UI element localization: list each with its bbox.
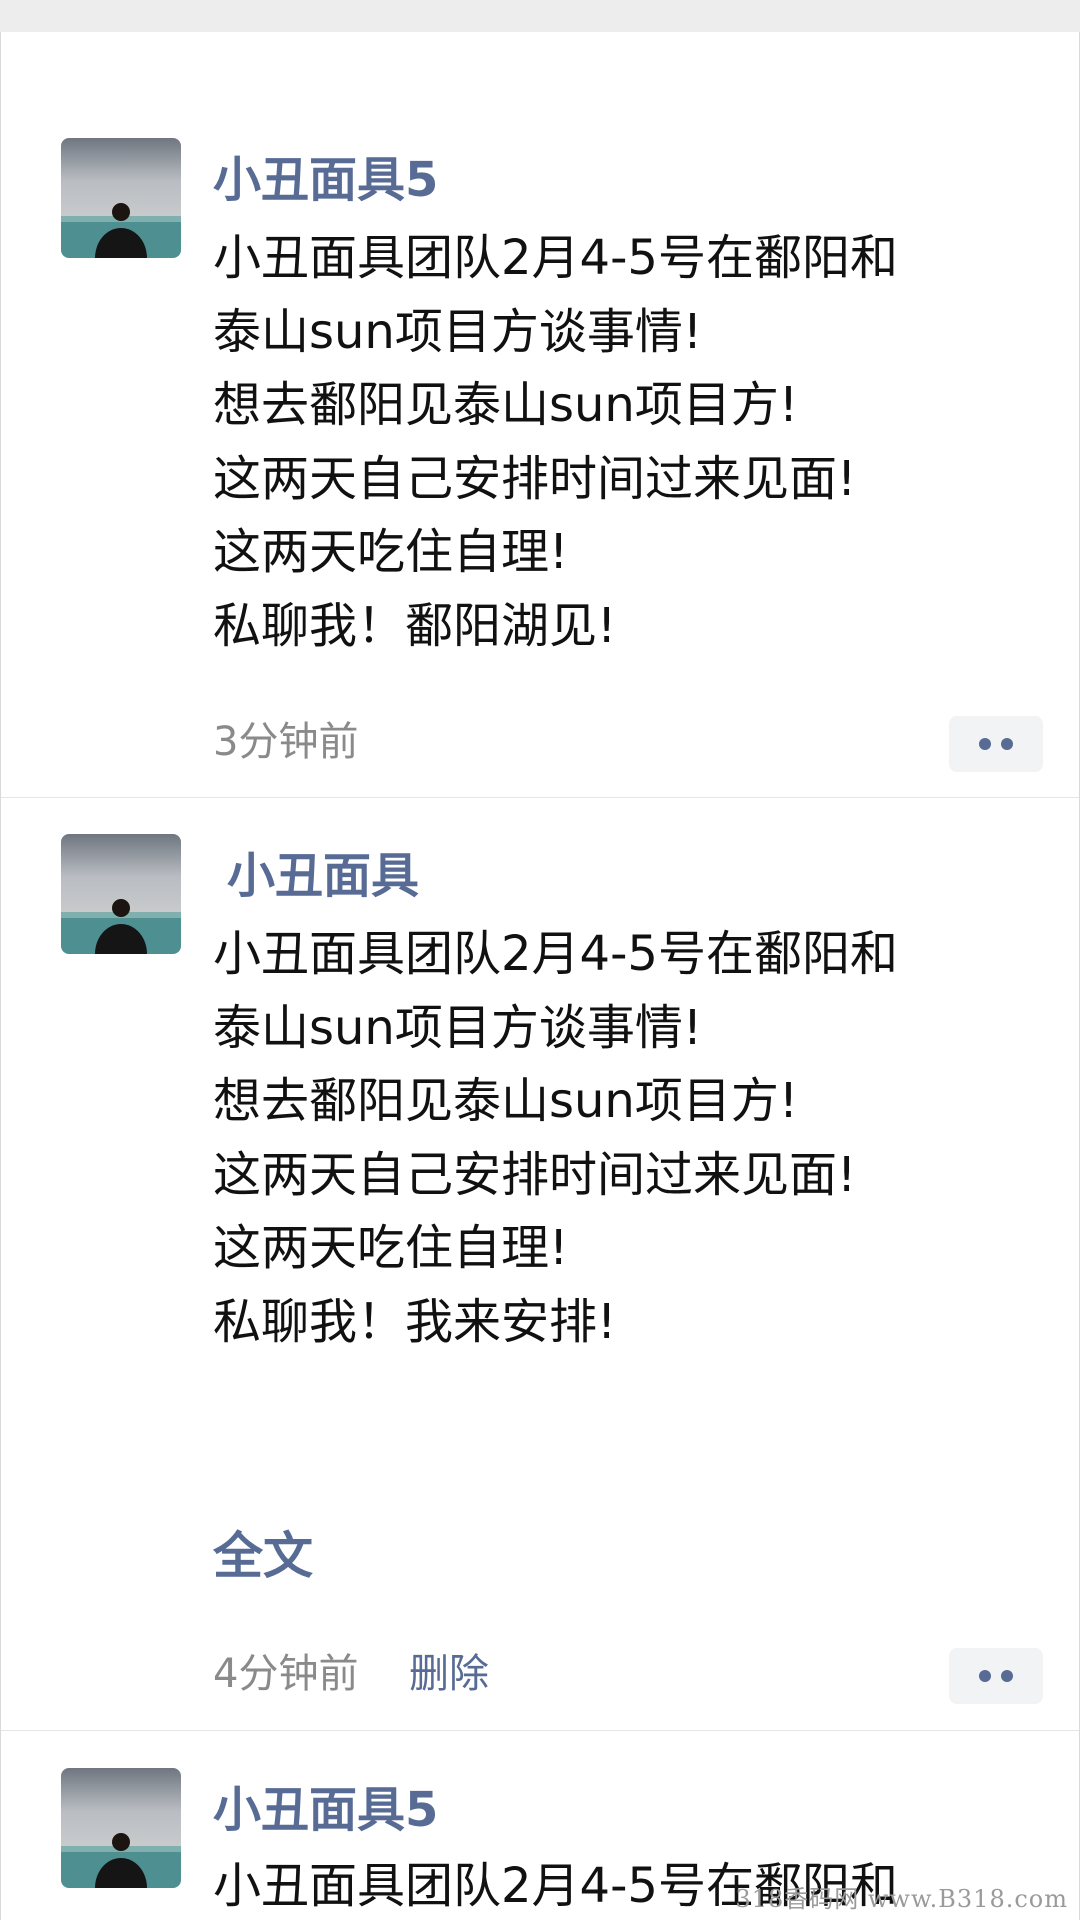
post-time: 3分钟前: [213, 719, 359, 765]
content-line: 这两天吃住自理!: [213, 524, 569, 580]
content-line: 这两天自己安排时间过来见面!: [213, 1146, 857, 1203]
top-bar: [0, 0, 1080, 32]
avatar[interactable]: [61, 1768, 181, 1888]
more-dots-icon: [979, 1670, 991, 1682]
content-line: 泰山sun项目方谈事情!: [213, 303, 703, 360]
content-line: 想去鄱阳见泰山sun项目方!: [213, 377, 799, 433]
divider: [1, 1730, 1079, 1731]
post-time: 4分钟前: [213, 1651, 359, 1697]
post-content: 小丑面具团队2月4-5号在鄱阳和 泰山sun项目方谈事情! 想去鄱阳见泰山sun…: [213, 918, 1043, 1359]
moments-feed: 小丑面具5 小丑面具团队2月4-5号在鄱阳和 泰山sun项目方谈事情! 想去鄱阳…: [0, 32, 1080, 1920]
post-username[interactable]: 小丑面具5: [213, 1780, 438, 1840]
post-content: 小丑面具团队2月4-5号在鄱阳和 泰山sun项目方谈事情! 想去鄱阳见泰山sun…: [213, 222, 1043, 663]
fulltext-link[interactable]: 全文: [213, 1526, 313, 1586]
content-line: 小丑面具团队2月4-5号在鄱阳和: [213, 926, 898, 982]
more-dots-icon: [1001, 738, 1013, 750]
more-button[interactable]: [949, 1648, 1043, 1704]
content-line: 私聊我！我来安排!: [213, 1293, 617, 1350]
content-line: 想去鄱阳见泰山sun项目方!: [213, 1073, 799, 1129]
watermark: 318香码网 www.B318.com: [735, 1885, 1068, 1913]
avatar[interactable]: [61, 834, 181, 954]
post-username[interactable]: 小丑面具5: [213, 150, 438, 210]
content-line: 小丑面具团队2月4-5号在鄱阳和: [213, 230, 898, 286]
more-dots-icon: [1001, 1670, 1013, 1682]
content-line: 这两天自己安排时间过来见面!: [213, 450, 857, 507]
more-dots-icon: [979, 738, 991, 750]
content-line: 这两天吃住自理!: [213, 1220, 569, 1276]
content-line: 泰山sun项目方谈事情!: [213, 999, 703, 1056]
divider: [1, 797, 1079, 798]
avatar[interactable]: [61, 138, 181, 258]
more-button[interactable]: [949, 716, 1043, 772]
post-username[interactable]: 小丑面具: [227, 846, 419, 906]
content-line: 私聊我！鄱阳湖见!: [213, 597, 617, 654]
delete-link[interactable]: 删除: [409, 1648, 489, 1700]
